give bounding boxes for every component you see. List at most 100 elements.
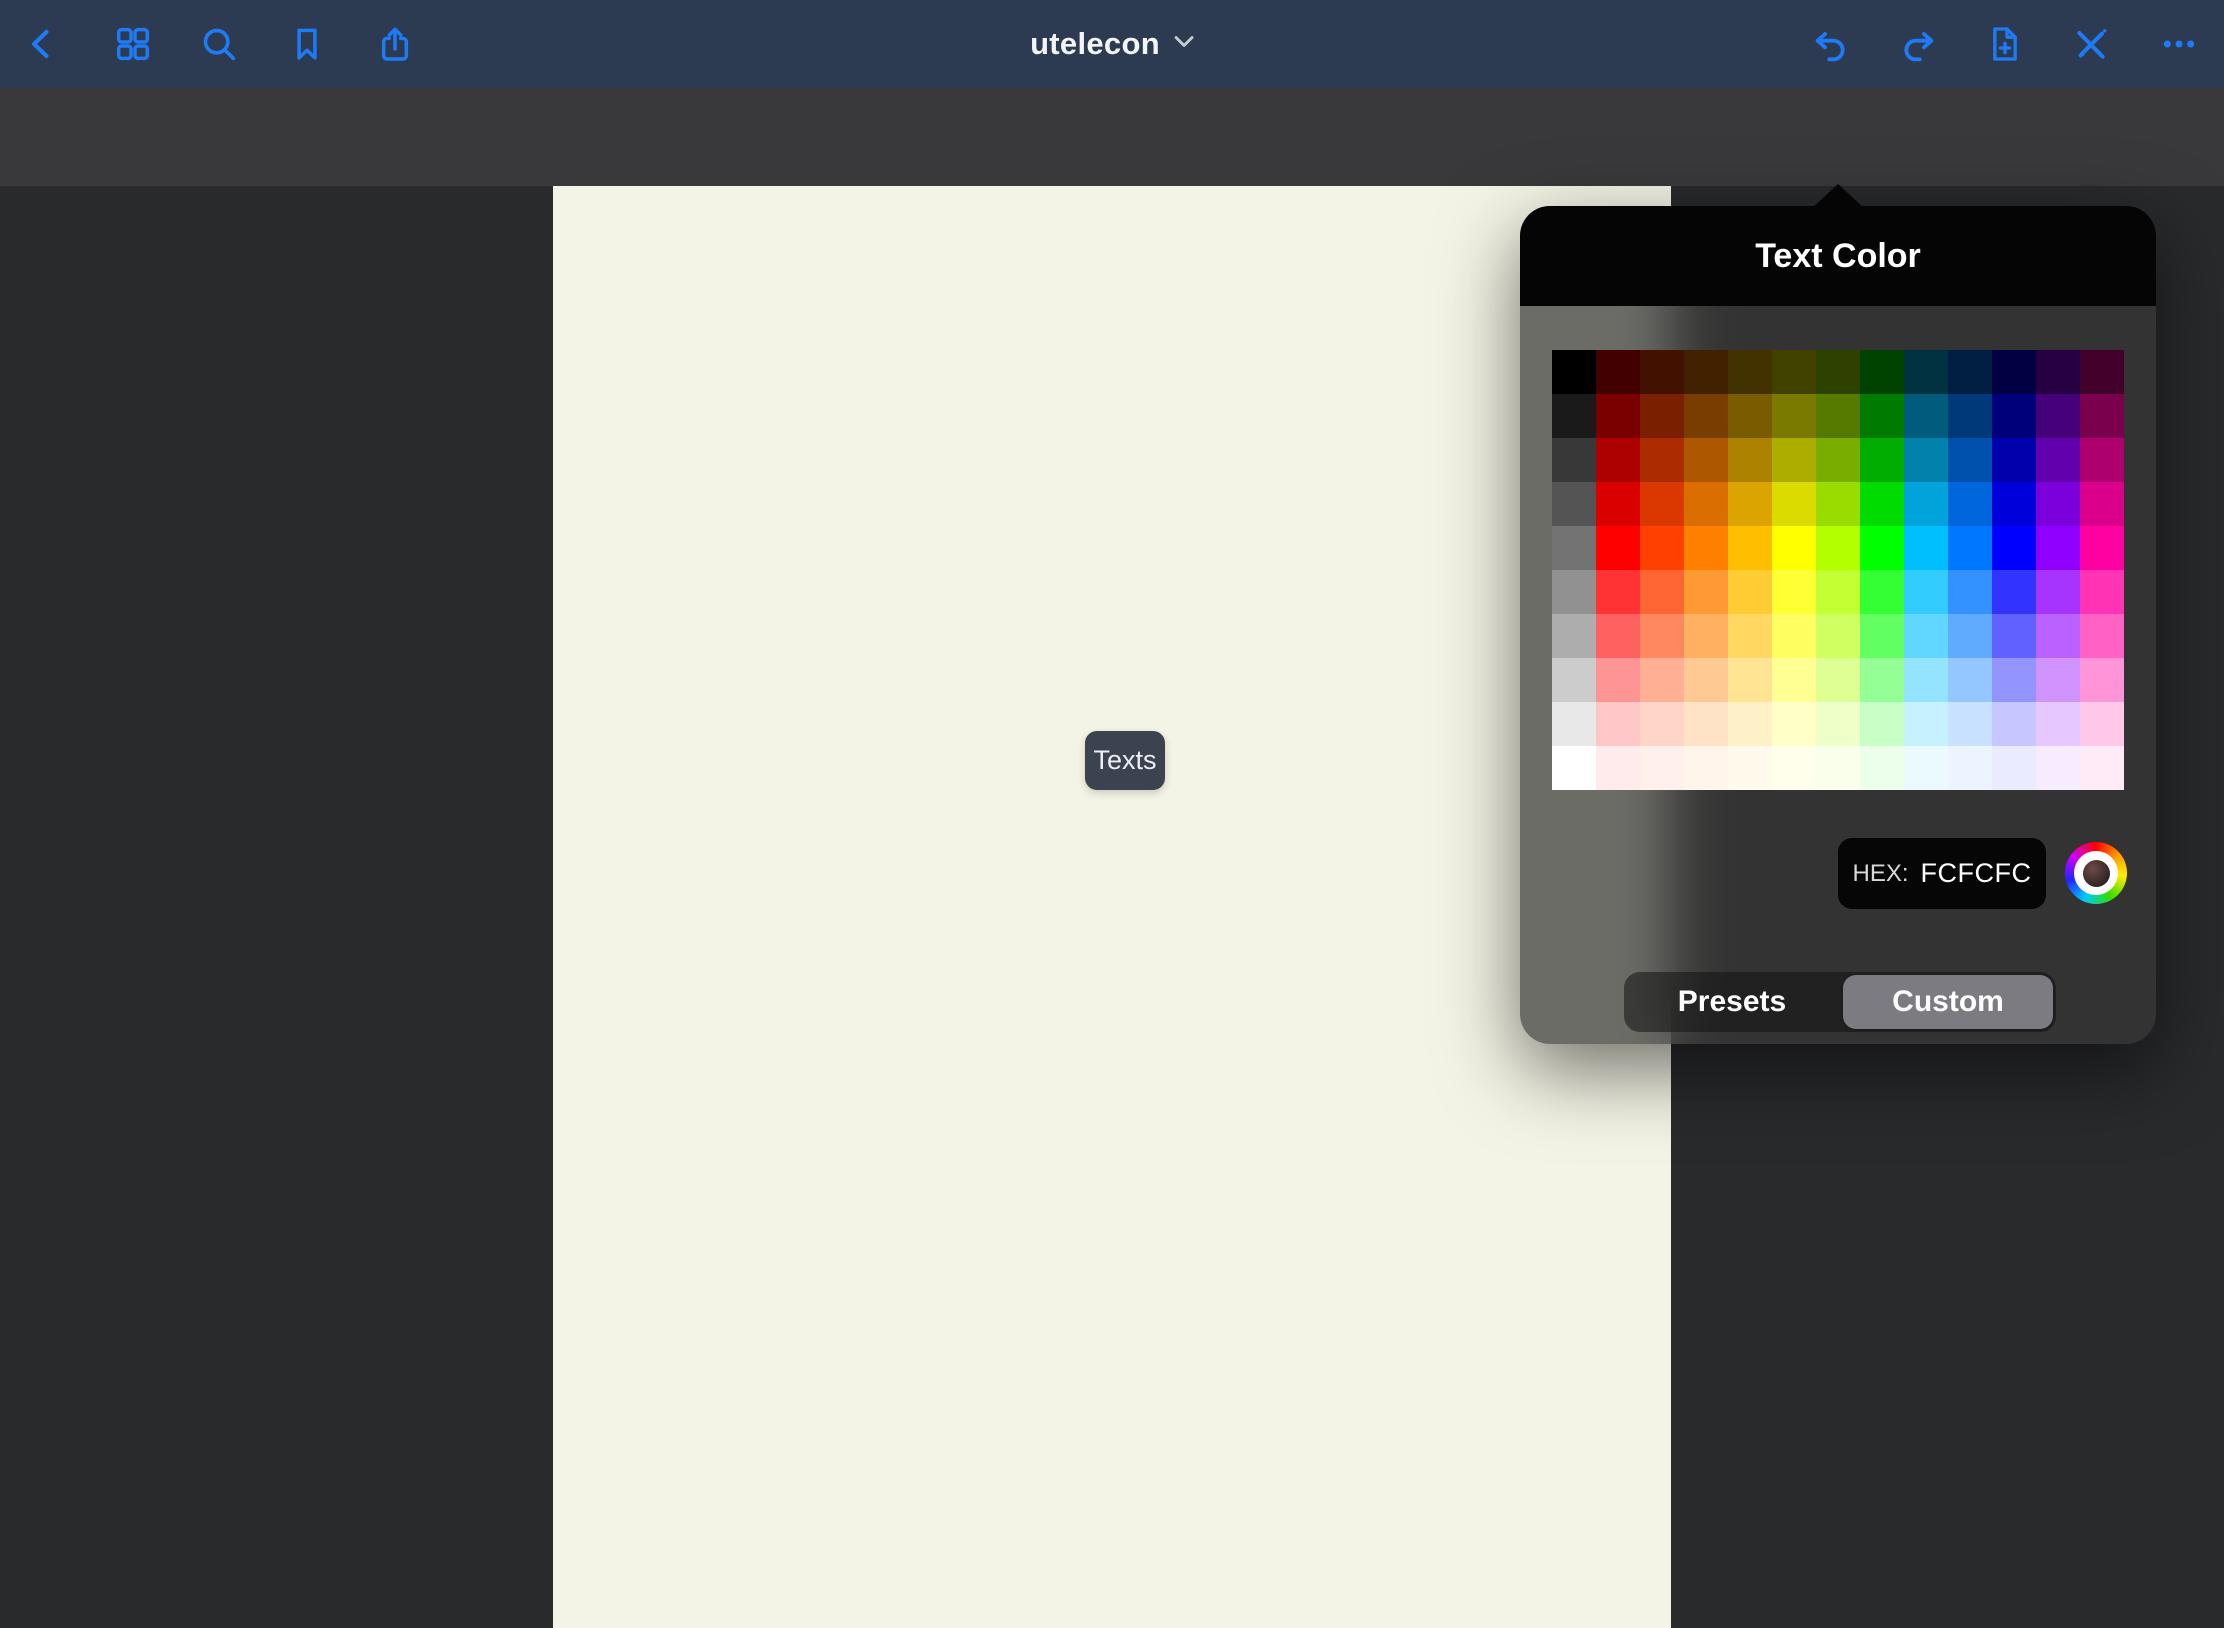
color-swatch[interactable] [2080,746,2124,790]
color-swatch[interactable] [2080,438,2124,482]
color-swatch[interactable] [1684,394,1728,438]
color-swatch[interactable] [1684,350,1728,394]
color-swatch[interactable] [1992,570,2036,614]
color-swatch[interactable] [1948,350,1992,394]
color-swatch[interactable] [1552,438,1596,482]
color-swatch[interactable] [1948,746,1992,790]
hex-input[interactable]: HEX: FCFCFC [1838,838,2046,909]
color-swatch[interactable] [1860,570,1904,614]
color-swatch[interactable] [1904,614,1948,658]
color-swatch[interactable] [1992,394,2036,438]
color-swatch[interactable] [1816,658,1860,702]
color-swatch[interactable] [1948,702,1992,746]
color-swatch[interactable] [1860,394,1904,438]
color-swatch[interactable] [1816,482,1860,526]
color-swatch[interactable] [1992,438,2036,482]
color-swatch[interactable] [2036,394,2080,438]
undo-icon[interactable] [1809,22,1853,66]
color-swatch[interactable] [1992,746,2036,790]
more-icon[interactable] [2157,22,2201,66]
color-swatch[interactable] [2080,350,2124,394]
color-swatch[interactable] [1904,350,1948,394]
color-swatch[interactable] [1816,746,1860,790]
document-title-button[interactable]: utelecon [1030,0,1194,88]
share-icon[interactable] [373,22,417,66]
color-swatch[interactable] [1728,702,1772,746]
bookmark-icon[interactable] [285,22,329,66]
color-swatch[interactable] [1640,526,1684,570]
color-swatch[interactable] [1640,658,1684,702]
color-swatch[interactable] [1684,702,1728,746]
selected-text-object[interactable]: Texts [1085,731,1165,790]
color-swatch[interactable] [1772,658,1816,702]
color-swatch[interactable] [2080,570,2124,614]
color-swatch[interactable] [1640,438,1684,482]
color-swatch[interactable] [1904,702,1948,746]
color-swatch[interactable] [1684,482,1728,526]
color-swatch[interactable] [2036,658,2080,702]
color-swatch[interactable] [1552,526,1596,570]
color-swatch[interactable] [1772,394,1816,438]
color-swatch[interactable] [1992,658,2036,702]
color-swatch[interactable] [1552,702,1596,746]
color-swatch[interactable] [1816,702,1860,746]
color-swatch[interactable] [2080,614,2124,658]
color-swatch[interactable] [1596,438,1640,482]
tab-custom[interactable]: Custom [1843,975,2053,1029]
color-swatch[interactable] [1640,350,1684,394]
color-swatch[interactable] [1860,482,1904,526]
color-swatch[interactable] [2080,702,2124,746]
notebook-page[interactable] [553,186,1671,1628]
color-swatch[interactable] [1772,350,1816,394]
color-swatch[interactable] [1772,526,1816,570]
color-swatch[interactable] [1684,570,1728,614]
color-swatch[interactable] [1816,438,1860,482]
color-swatch[interactable] [1596,658,1640,702]
color-swatch[interactable] [1992,614,2036,658]
color-swatch[interactable] [1640,614,1684,658]
color-swatch[interactable] [1640,482,1684,526]
color-swatch[interactable] [2036,746,2080,790]
color-swatch[interactable] [1948,438,1992,482]
color-swatch[interactable] [1772,482,1816,526]
color-swatch[interactable] [2036,350,2080,394]
color-swatch[interactable] [1596,702,1640,746]
color-swatch[interactable] [1948,526,1992,570]
redo-icon[interactable] [1896,22,1940,66]
color-swatch[interactable] [1948,394,1992,438]
color-swatch[interactable] [1948,570,1992,614]
color-swatch[interactable] [1728,394,1772,438]
color-swatch[interactable] [1640,702,1684,746]
color-swatch[interactable] [1948,658,1992,702]
color-swatch[interactable] [1728,658,1772,702]
color-swatch[interactable] [1684,526,1728,570]
color-swatch[interactable] [1728,438,1772,482]
color-swatch[interactable] [1948,482,1992,526]
page-thumbnails-icon[interactable] [111,22,155,66]
color-swatch[interactable] [1772,438,1816,482]
color-swatch[interactable] [1772,702,1816,746]
color-swatch[interactable] [1772,570,1816,614]
color-swatch[interactable] [1596,526,1640,570]
stop-editing-icon[interactable] [2069,22,2113,66]
color-swatch[interactable] [1816,526,1860,570]
color-swatch[interactable] [1816,570,1860,614]
color-swatch[interactable] [1904,482,1948,526]
color-swatch[interactable] [1992,526,2036,570]
color-swatch[interactable] [2036,526,2080,570]
color-swatch[interactable] [1728,614,1772,658]
color-swatch[interactable] [1684,746,1728,790]
color-swatch[interactable] [1816,394,1860,438]
color-swatch[interactable] [1772,746,1816,790]
color-swatch[interactable] [1992,482,2036,526]
color-swatch[interactable] [1904,746,1948,790]
color-swatch[interactable] [2036,702,2080,746]
color-swatch[interactable] [1552,394,1596,438]
color-swatch[interactable] [2080,658,2124,702]
color-wheel-icon[interactable] [2065,842,2127,904]
color-swatch[interactable] [1728,482,1772,526]
color-swatch[interactable] [1816,614,1860,658]
color-swatch[interactable] [1596,614,1640,658]
color-swatch[interactable] [1596,482,1640,526]
add-page-icon[interactable] [1982,22,2026,66]
